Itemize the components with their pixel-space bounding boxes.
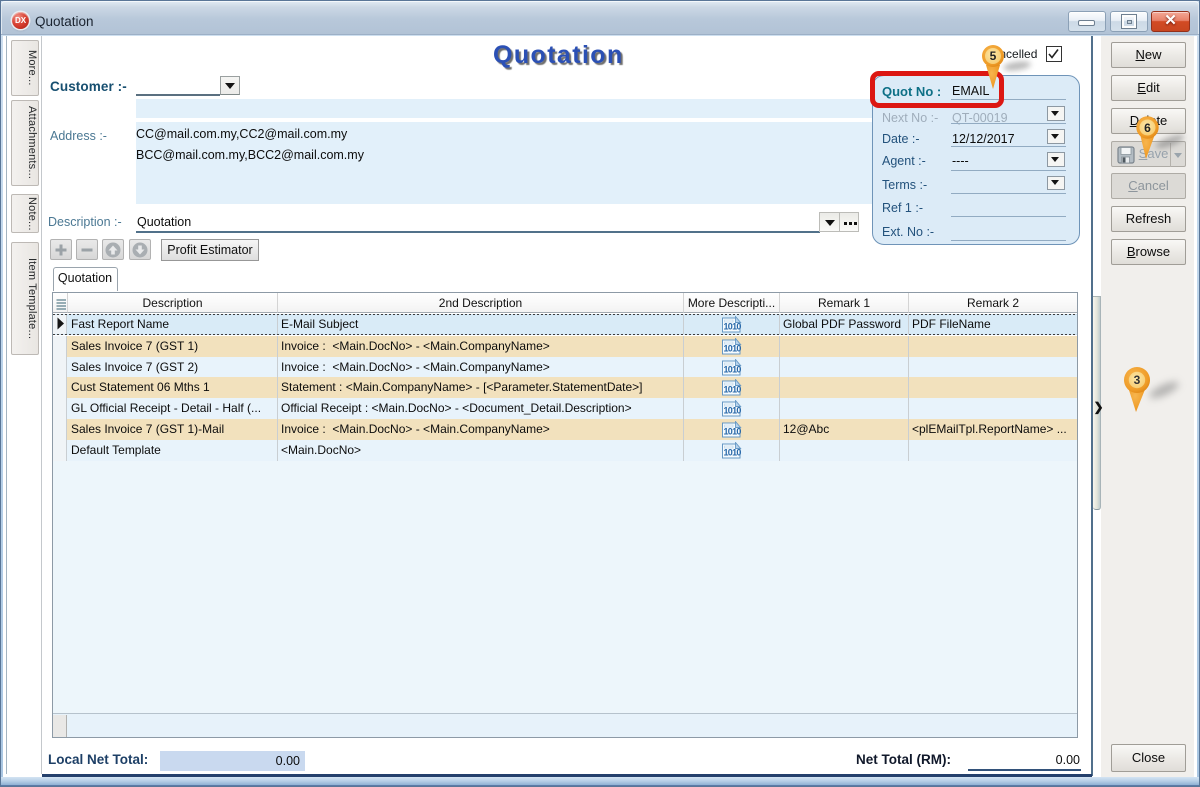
svg-text:6: 6 bbox=[1144, 121, 1151, 135]
svg-text:5: 5 bbox=[990, 49, 997, 63]
svg-text:3: 3 bbox=[1134, 373, 1141, 387]
